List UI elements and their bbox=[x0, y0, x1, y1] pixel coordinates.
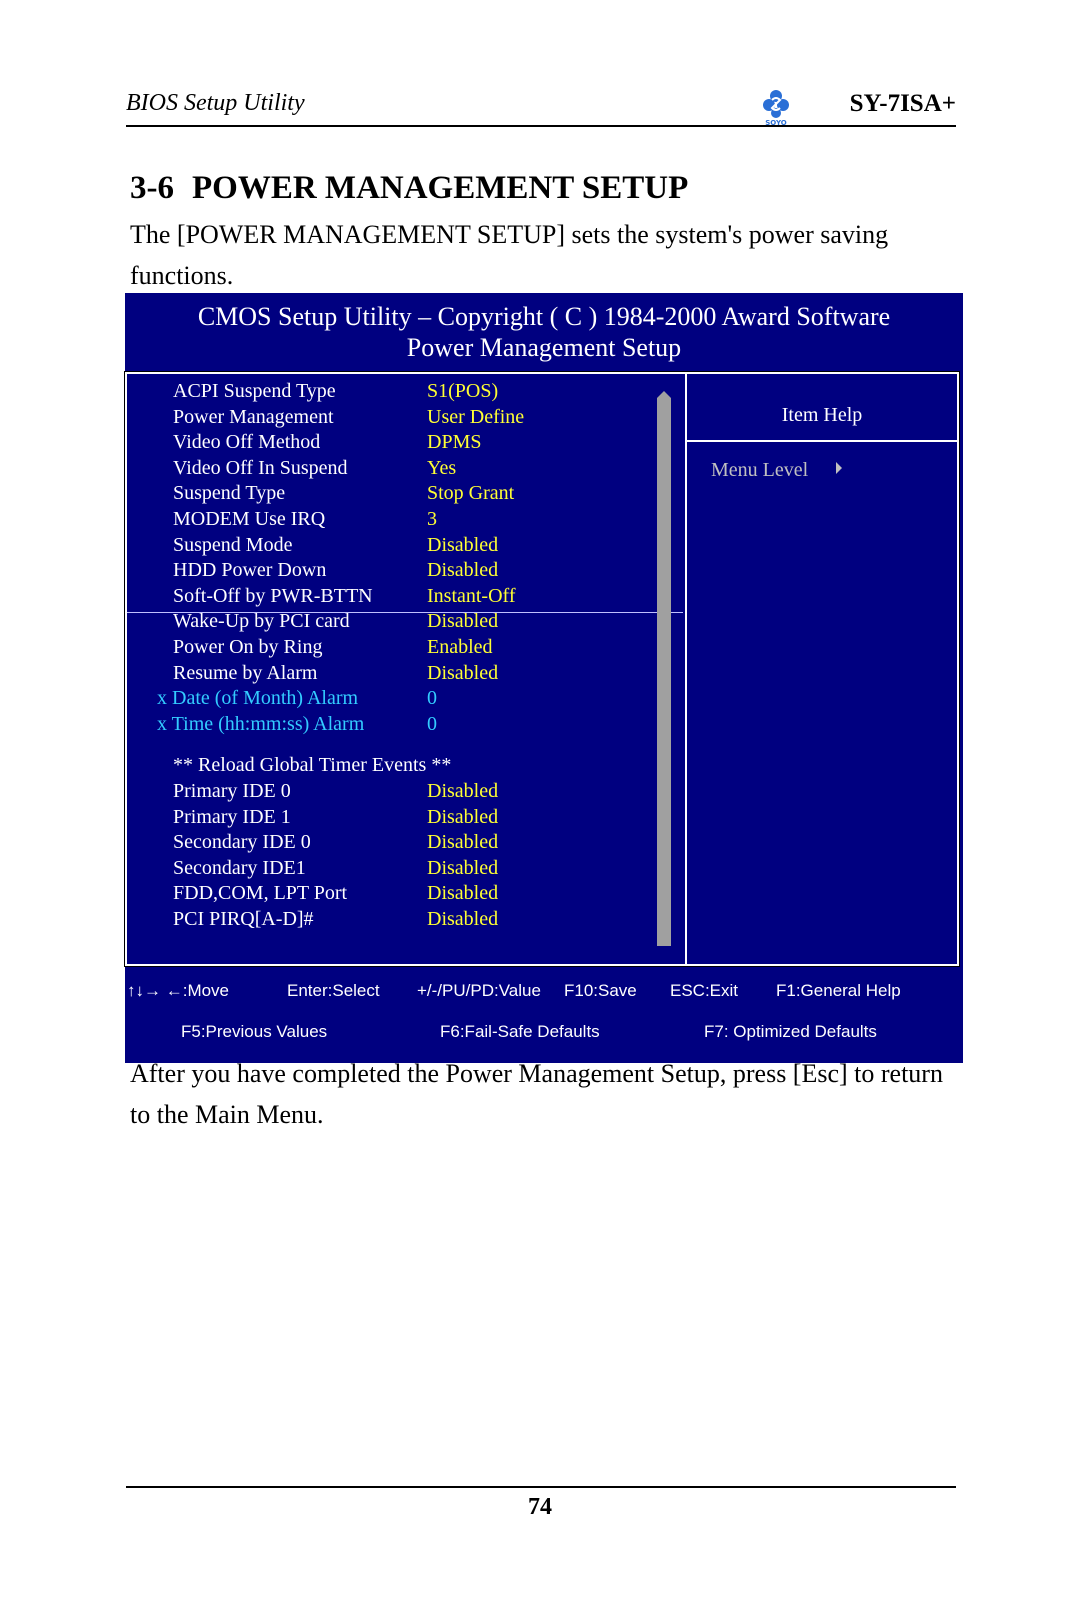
settings-separator bbox=[127, 612, 683, 613]
key-f10-save: F10:Save bbox=[564, 981, 637, 1000]
setting-value[interactable]: 3 bbox=[427, 508, 437, 531]
item-help-title: Item Help bbox=[781, 404, 863, 426]
closing-paragraph: After you have completed the Power Manag… bbox=[130, 1059, 943, 1129]
key-enter-select: Enter:Select bbox=[287, 981, 380, 1000]
key-move: ↑↓→ ←:Move bbox=[127, 981, 230, 1000]
setting-label: Video Off In Suspend bbox=[173, 456, 348, 479]
setting-value[interactable]: User Define bbox=[427, 406, 524, 429]
setting-value[interactable]: Disabled bbox=[427, 559, 498, 582]
key-esc-exit: ESC:Exit bbox=[670, 981, 739, 1000]
section-title: 3-6 POWER MANAGEMENT SETUP bbox=[130, 170, 688, 207]
intro-paragraph: The [POWER MANAGEMENT SETUP] sets the sy… bbox=[130, 220, 889, 290]
section-heading: POWER MANAGEMENT SETUP bbox=[192, 170, 689, 206]
setting-label: Soft-Off by PWR-BTTN bbox=[173, 584, 373, 607]
setting-label: Wake-Up by PCI card bbox=[173, 610, 350, 633]
setting-value[interactable]: Enabled bbox=[427, 636, 493, 659]
key-f6-fail-safe-defaults: F6:Fail-Safe Defaults bbox=[440, 1022, 600, 1041]
setting-value[interactable]: Disabled bbox=[427, 831, 498, 854]
key-legend: ↑↓→ ←:Move Enter:Select +/-/PU/PD:Value … bbox=[125, 966, 963, 1063]
setting-value[interactable]: Disabled bbox=[427, 534, 498, 557]
header-model: SY-7ISA+ bbox=[849, 90, 956, 117]
setting-value[interactable]: Disabled bbox=[427, 908, 498, 931]
scroll-up-arrow-icon[interactable] bbox=[657, 391, 671, 398]
setting-label: ** Reload Global Timer Events ** bbox=[173, 754, 452, 777]
menu-level-label: Menu Level bbox=[711, 459, 809, 481]
menu-level: Menu Level bbox=[711, 459, 843, 482]
setting-label: Primary IDE 0 bbox=[173, 780, 291, 802]
setting-label: Suspend Type bbox=[173, 482, 286, 505]
setting-value[interactable]: Instant-Off bbox=[427, 585, 516, 608]
bios-title-line1: CMOS Setup Utility – Copyright ( C ) 198… bbox=[197, 302, 891, 331]
setting-label: MODEM Use IRQ bbox=[173, 508, 326, 530]
setting-label: Secondary IDE 0 bbox=[173, 831, 311, 854]
setting-value[interactable]: Disabled bbox=[427, 882, 498, 905]
setting-label: Secondary IDE1 bbox=[173, 856, 306, 879]
bios-title: CMOS Setup Utility – Copyright ( C ) 198… bbox=[125, 301, 963, 363]
setting-label: Power Management bbox=[173, 405, 334, 428]
header-rule bbox=[126, 125, 956, 127]
setting-label: Suspend Mode bbox=[173, 533, 293, 556]
setting-label: ACPI Suspend Type bbox=[173, 380, 336, 402]
section-number: 3-6 bbox=[130, 170, 174, 206]
page-number: 74 bbox=[528, 1494, 552, 1520]
bios-screen: CMOS Setup Utility – Copyright ( C ) 198… bbox=[124, 293, 963, 1063]
setting-label: FDD,COM, LPT Port bbox=[173, 882, 348, 905]
setting-value[interactable]: Disabled bbox=[427, 780, 498, 803]
page-header: BIOS Setup Utility SOYO SY-7ISA+ bbox=[126, 86, 956, 127]
setting-label: x Time (hh:mm:ss) Alarm bbox=[157, 712, 365, 735]
soyo-logo-icon: SOYO bbox=[756, 86, 796, 127]
setting-value[interactable]: DPMS bbox=[427, 431, 481, 454]
caret-right-icon bbox=[836, 462, 843, 474]
key-value: +/-/PU/PD:Value bbox=[417, 981, 541, 1000]
setting-label: x Date (of Month) Alarm bbox=[157, 687, 359, 710]
setting-label: PCI PIRQ[A-D]# bbox=[173, 908, 314, 930]
help-title-divider bbox=[687, 440, 957, 442]
bios-title-line2: Power Management Setup bbox=[406, 333, 682, 362]
setting-label: HDD Power Down bbox=[173, 559, 327, 582]
key-f7-optimized-defaults: F7: Optimized Defaults bbox=[704, 1022, 877, 1041]
setting-value[interactable]: Disabled bbox=[427, 857, 498, 880]
setting-value: 0 bbox=[427, 687, 437, 710]
setting-value[interactable]: Yes bbox=[427, 457, 456, 480]
setting-value[interactable]: S1(POS) bbox=[427, 380, 498, 403]
setting-label: Video Off Method bbox=[173, 431, 321, 454]
footer-rule bbox=[126, 1486, 956, 1488]
header-title: BIOS Setup Utility bbox=[126, 90, 305, 116]
setting-label: Resume by Alarm bbox=[173, 661, 318, 684]
bios-main-frame: ACPI Suspend Type S1(POS) Power Management… bbox=[124, 371, 960, 967]
setting-value[interactable]: Stop Grant bbox=[427, 482, 514, 505]
help-panel-divider bbox=[685, 374, 687, 964]
scrollbar[interactable] bbox=[657, 398, 671, 946]
setting-label: Primary IDE 1 bbox=[173, 805, 291, 828]
setting-value[interactable]: Disabled bbox=[427, 662, 498, 685]
key-f5-previous-values: F5:Previous Values bbox=[181, 1022, 328, 1041]
key-f1-general-help: F1:General Help bbox=[776, 981, 901, 1000]
setting-value: 0 bbox=[427, 712, 437, 735]
setting-value[interactable]: Disabled bbox=[427, 806, 498, 829]
setting-label: Power On by Ring bbox=[173, 636, 323, 658]
setting-value[interactable]: Disabled bbox=[427, 610, 498, 633]
